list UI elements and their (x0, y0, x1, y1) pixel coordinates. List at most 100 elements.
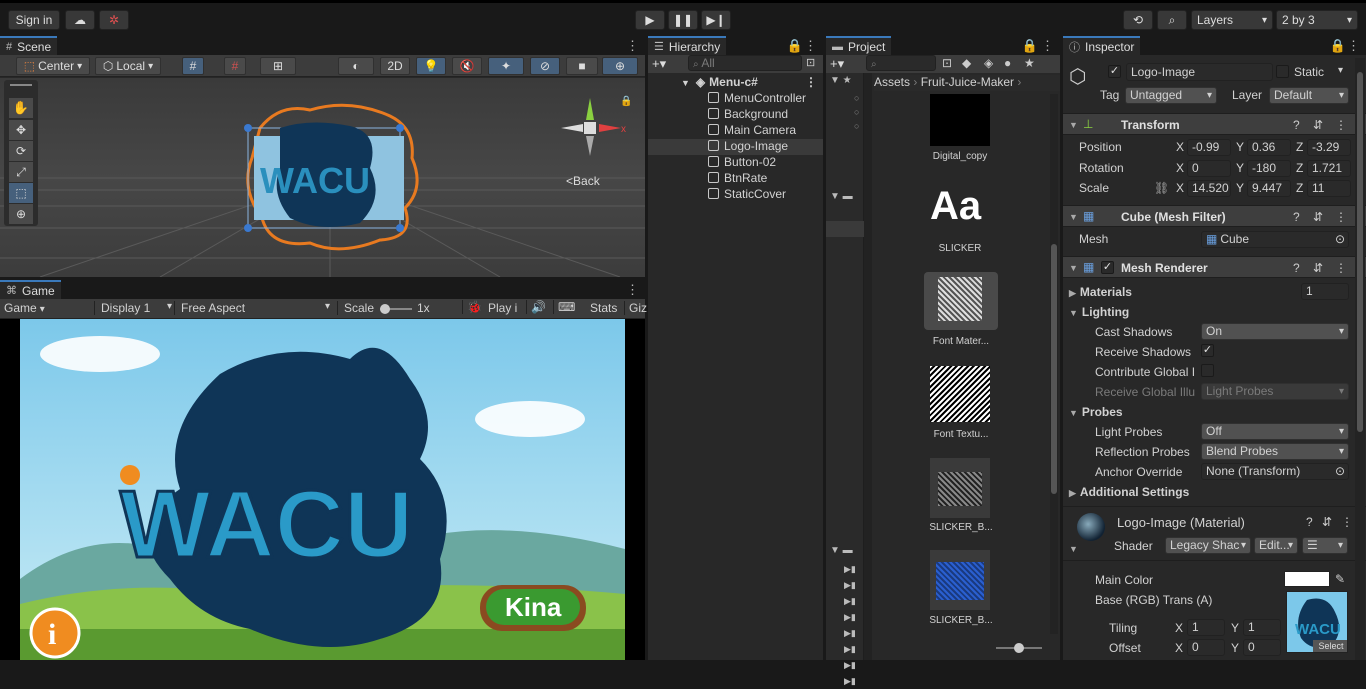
game-render[interactable]: WACU Kina i (20, 319, 625, 660)
tiling-x-input[interactable]: 1 (1187, 619, 1225, 636)
additional-settings-foldout[interactable]: ▶ Additional Settings (1069, 485, 1189, 499)
shader-dropdown[interactable]: Legacy Shac (1165, 537, 1251, 554)
asset-thumbnail[interactable] (930, 366, 990, 422)
sign-in-button[interactable]: Sign in (8, 10, 60, 30)
tag-filter-icon[interactable]: ◈ (984, 56, 993, 70)
tab-inspector[interactable]: ⓘ Inspector (1063, 36, 1141, 55)
cast-shadows-dropdown[interactable]: On (1201, 323, 1349, 340)
favorite-icon[interactable]: ★ (1024, 56, 1035, 70)
offset-y-input[interactable]: 0 (1243, 639, 1281, 656)
link-icon[interactable]: ⛓ (1154, 181, 1169, 195)
rotation-z-input[interactable]: 1.721 (1307, 160, 1351, 177)
gizmos-toggle[interactable]: Giz (624, 301, 647, 315)
list-item[interactable]: Button-02 (648, 155, 823, 171)
folder-tree[interactable]: ▼ ★ ○ ○ ○ ▼ ▬ ▼ ▬ ▶▮ ▶▮ ▶▮ ▶▮ ▶▮ ▶▮ ▶▮ ▶▮ (826, 73, 864, 686)
position-z-input[interactable]: -3.29 (1307, 139, 1351, 156)
shader-options-icon[interactable]: ☰ (1302, 537, 1348, 554)
camera-icon[interactable]: ■ (566, 57, 598, 75)
anchor-override-field[interactable]: None (Transform) ⊙ (1201, 463, 1349, 480)
scale-y-input[interactable]: 9.447 (1247, 180, 1291, 197)
list-item[interactable]: BtnRate (648, 171, 823, 187)
eyedropper-icon[interactable]: ✎ (1335, 572, 1345, 586)
base-texture-slot[interactable]: WACU Select (1286, 591, 1348, 653)
folder-tree-scrollbar[interactable] (864, 73, 872, 660)
mesh-filter-header[interactable]: ▼ ▦ Cube (Mesh Filter) ? ⇵ ⋮ (1063, 205, 1366, 227)
zoom-slider[interactable] (996, 643, 1042, 653)
step-icon[interactable]: ▶❙ (701, 10, 731, 30)
cloud-icon[interactable]: ☁ (65, 10, 95, 30)
position-x-input[interactable]: -0.99 (1187, 139, 1231, 156)
help-icon[interactable]: ? (1293, 210, 1300, 224)
snap-increment-icon[interactable]: # (224, 57, 246, 75)
texture-select-button[interactable]: Select (1313, 640, 1347, 652)
main-color-swatch[interactable] (1284, 571, 1330, 587)
type-filter-icon[interactable]: ⊡ (942, 56, 952, 70)
mesh-renderer-enabled-checkbox[interactable]: ✓ (1101, 261, 1114, 274)
mute-audio-icon[interactable]: 🔊 (526, 300, 546, 314)
selected-logo-object[interactable]: WACU (240, 98, 430, 258)
search-filter-icon[interactable]: ⊡ (806, 56, 815, 69)
material-foldout-icon[interactable]: ▼ (1069, 544, 1078, 554)
tiling-y-input[interactable]: 1 (1243, 619, 1281, 636)
history-icon[interactable]: ⟲ (1123, 10, 1153, 30)
orientation-gizmo[interactable]: x 🔒 (555, 88, 635, 178)
scale-x-input[interactable]: 14.520 (1187, 180, 1231, 197)
game-mode-dropdown[interactable]: Game (4, 301, 90, 315)
space-dropdown[interactable]: ⬡ Local (95, 57, 161, 75)
font-asset-icon[interactable]: Aa (930, 184, 1000, 236)
rect-tool-icon[interactable]: ⬚ (9, 183, 33, 203)
project-search-input[interactable]: ⌕ (866, 55, 936, 71)
grid-snap-icon[interactable]: # (182, 57, 204, 75)
lock-icon[interactable]: 🔒 (787, 38, 803, 54)
reflection-probes-dropdown[interactable]: Blend Probes (1201, 443, 1349, 460)
asset-thumbnail[interactable] (930, 550, 990, 610)
light-probes-dropdown[interactable]: Off (1201, 423, 1349, 440)
probes-foldout[interactable]: ▼ Probes (1069, 405, 1123, 419)
hand-tool-icon[interactable]: ✋ (9, 98, 33, 118)
layer-dropdown[interactable]: Default (1269, 87, 1349, 104)
effects-dropdown-icon[interactable]: ✦ (488, 57, 524, 75)
shading-mode-icon[interactable]: ◐ (338, 57, 374, 75)
rotation-y-input[interactable]: -180 (1247, 160, 1291, 177)
stats-toggle[interactable]: Stats (590, 301, 617, 315)
ruler-icon[interactable]: ⊞ (260, 57, 296, 75)
gizmos-icon[interactable]: ⊕ (602, 57, 638, 75)
component-menu-icon[interactable]: ⋮ (1335, 210, 1347, 224)
kina-button[interactable]: Kina (480, 585, 586, 631)
pivot-dropdown[interactable]: ⬚ Center (16, 57, 90, 75)
lock-icon[interactable]: 🔒 (1022, 38, 1038, 54)
hierarchy-search-input[interactable]: ⌕ All (688, 55, 802, 71)
mesh-renderer-header[interactable]: ▼ ▦ ✓ Mesh Renderer ? ⇵ ⋮ (1063, 256, 1366, 278)
list-item[interactable]: StaticCover (648, 187, 823, 203)
list-item-selected[interactable]: Logo-Image (648, 139, 823, 155)
asset-grid-scrollbar[interactable] (1050, 94, 1058, 634)
preset-icon[interactable]: ⇵ (1322, 515, 1332, 529)
position-y-input[interactable]: 0.36 (1247, 139, 1291, 156)
audio-toggle-icon[interactable]: 🔇 (452, 57, 482, 75)
scale-slider[interactable] (380, 304, 412, 314)
offset-x-input[interactable]: 0 (1187, 639, 1225, 656)
transform-tool-icon[interactable]: ⊕ (9, 204, 33, 224)
help-icon[interactable]: ? (1293, 261, 1300, 275)
component-menu-icon[interactable]: ⋮ (1341, 515, 1353, 529)
tab-scene[interactable]: # Scene (0, 36, 58, 55)
help-icon[interactable]: ? (1293, 118, 1300, 132)
lock-icon[interactable]: 🔒 (1330, 38, 1346, 54)
asset-thumbnail[interactable] (930, 94, 990, 146)
scene-root-item[interactable]: ▼ ◈ Menu-c# ⋮ (648, 75, 823, 91)
preset-icon[interactable]: ⇵ (1313, 210, 1323, 224)
component-menu-icon[interactable]: ⋮ (1335, 261, 1347, 275)
component-menu-icon[interactable]: ⋮ (1335, 118, 1347, 132)
shader-edit-button[interactable]: Edit... (1254, 537, 1298, 554)
rotate-tool-icon[interactable]: ⟳ (9, 141, 33, 161)
bug-icon[interactable]: 🐞 (462, 300, 482, 314)
asset-thumbnail[interactable] (930, 458, 990, 518)
move-tool-icon[interactable]: ✥ (9, 120, 33, 140)
static-checkbox[interactable] (1276, 65, 1289, 78)
collab-icon[interactable]: ✲ (99, 10, 129, 30)
tab-project[interactable]: ▬ Project (826, 36, 892, 55)
mesh-object-field[interactable]: ▦ Cube ⊙ (1201, 231, 1349, 248)
2d-toggle[interactable]: 2D (380, 57, 410, 75)
info-button[interactable]: i (29, 607, 81, 659)
keyboard-icon[interactable]: ⌨ (553, 300, 575, 314)
